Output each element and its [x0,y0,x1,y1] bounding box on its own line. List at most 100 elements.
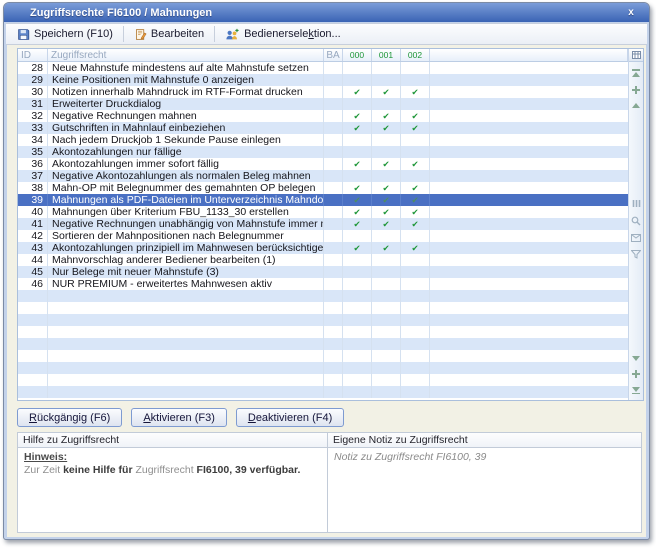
deactivate-button[interactable]: Deaktivieren (F4) [236,408,344,427]
row-ba-cell [324,146,343,158]
row-text [48,314,324,326]
column-header-001[interactable]: 001 [372,49,401,61]
row-id: 35 [18,146,48,158]
table-row[interactable]: 46 NUR PREMIUM - erweitertes Mahnwesen a… [18,278,628,290]
table-row[interactable] [18,350,628,362]
row-id [18,338,48,350]
row-id: 44 [18,254,48,266]
column-header-002[interactable]: 002 [401,49,430,61]
row-check-000: ✔ [343,86,372,98]
users-plus-icon [225,28,240,41]
mail-icon[interactable] [631,234,641,242]
row-text: Nach jedem Druckjob 1 Sekunde Pause einl… [48,134,324,146]
table-row[interactable] [18,326,628,338]
table-row[interactable] [18,314,628,326]
table-row[interactable] [18,362,628,374]
table-row[interactable] [18,290,628,302]
scroll-to-top-icon[interactable] [632,69,640,77]
row-ba-cell [324,158,343,170]
row-check-002: ✔ [401,218,430,230]
table-row[interactable] [18,374,628,386]
edit-button-label: Bearbeiten [151,28,204,40]
row-filler [430,86,628,98]
row-text: Notizen innerhalb Mahndruck im RTF-Forma… [48,86,324,98]
activate-button[interactable]: Aktivieren (F3) [131,408,227,427]
row-check-000 [343,350,372,362]
scroll-page-down-icon[interactable] [632,370,640,378]
row-id: 46 [18,278,48,290]
columns-icon[interactable] [632,199,641,208]
table-row[interactable]: 34 Nach jedem Druckjob 1 Sekunde Pause e… [18,134,628,146]
row-check-001 [372,290,401,302]
column-header-zugriffsrecht[interactable]: Zugriffsrecht [48,49,324,61]
scroll-to-bottom-icon[interactable] [632,387,640,395]
action-button-row: Rückgängig (F6) Aktivieren (F3) Deaktivi… [17,408,644,427]
row-check-002 [401,314,430,326]
grid-header: ID Zugriffsrecht BA 000 001 002 [18,49,628,62]
title-bar[interactable]: Zugriffsrechte FI6100 / Mahnungen x [4,3,649,22]
row-filler [430,362,628,374]
row-filler [430,386,628,398]
table-row[interactable]: 39 Mahnungen als PDF-Dateien im Unterver… [18,194,628,206]
row-check-001: ✔ [372,242,401,254]
save-button[interactable]: Speichern (F10) [10,27,120,42]
row-ba-cell [324,122,343,134]
column-chooser-button[interactable] [629,49,643,62]
table-row[interactable]: 40 Mahnungen über Kriterium FBU_1133_30 … [18,206,628,218]
note-panel-body[interactable]: Notiz zu Zugriffsrecht FI6100, 39 [328,448,641,532]
table-row[interactable]: 30 Notizen innerhalb Mahndruck im RTF-Fo… [18,86,628,98]
table-row[interactable]: 38 Mahn-OP mit Belegnummer des gemahnten… [18,182,628,194]
table-row[interactable]: 35 Akontozahlungen nur fällige [18,146,628,158]
table-row[interactable]: 37 Negative Akontozahlungen als normalen… [18,170,628,182]
column-header-id[interactable]: ID [18,49,48,61]
row-check-000: ✔ [343,110,372,122]
table-row[interactable]: 33 Gutschriften in Mahnlauf einbeziehen … [18,122,628,134]
row-ba-cell [324,314,343,326]
filter-icon[interactable] [631,250,641,259]
table-row[interactable]: 42 Sortieren der Mahnpositionen nach Bel… [18,230,628,242]
table-row[interactable]: 43 Akontozahlungen prinzipiell im Mahnwe… [18,242,628,254]
row-ba-cell [324,98,343,110]
row-text [48,302,324,314]
scroll-up-icon[interactable] [632,103,640,108]
row-filler [430,326,628,338]
row-ba-cell [324,110,343,122]
table-row[interactable]: 28 Neue Mahnstufe mindestens auf alte Ma… [18,62,628,74]
row-id: 31 [18,98,48,110]
row-check-002: ✔ [401,158,430,170]
hint-label: Hinweis: [24,451,321,464]
row-ba-cell [324,170,343,182]
edit-button[interactable]: Bearbeiten [127,27,211,42]
table-row[interactable]: 31 Erweiterter Druckdialog [18,98,628,110]
row-check-000: ✔ [343,182,372,194]
table-row[interactable] [18,338,628,350]
table-row[interactable]: 45 Nur Belege mit neuer Mahnstufe (3) [18,266,628,278]
table-row[interactable] [18,302,628,314]
table-row[interactable]: 32 Negative Rechnungen mahnen ✔ ✔ ✔ [18,110,628,122]
table-row[interactable]: 41 Negative Rechnungen unabhängig von Ma… [18,218,628,230]
grid-scroll-rail[interactable] [628,49,643,400]
undo-button[interactable]: Rückgängig (F6) [17,408,122,427]
row-check-001: ✔ [372,110,401,122]
close-button[interactable]: x [623,6,639,20]
scroll-down-icon[interactable] [632,356,640,361]
row-ba-cell [324,86,343,98]
row-id: 45 [18,266,48,278]
column-header-000[interactable]: 000 [343,49,372,61]
scroll-page-up-icon[interactable] [632,86,640,94]
row-filler [430,338,628,350]
operator-selection-button[interactable]: Bedienerselektion... [218,27,348,42]
table-row[interactable]: 36 Akontozahlungen immer sofort fällig ✔… [18,158,628,170]
row-check-001 [372,338,401,350]
table-row[interactable]: 44 Mahnvorschlag anderer Bediener bearbe… [18,254,628,266]
column-header-ba[interactable]: BA [324,49,343,61]
row-filler [430,278,628,290]
search-icon[interactable] [631,216,641,226]
row-filler [430,74,628,86]
row-check-002: ✔ [401,182,430,194]
table-row[interactable]: 29 Keine Positionen mit Mahnstufe 0 anze… [18,74,628,86]
row-check-001 [372,314,401,326]
row-text [48,338,324,350]
row-check-002: ✔ [401,194,430,206]
table-row[interactable] [18,386,628,398]
